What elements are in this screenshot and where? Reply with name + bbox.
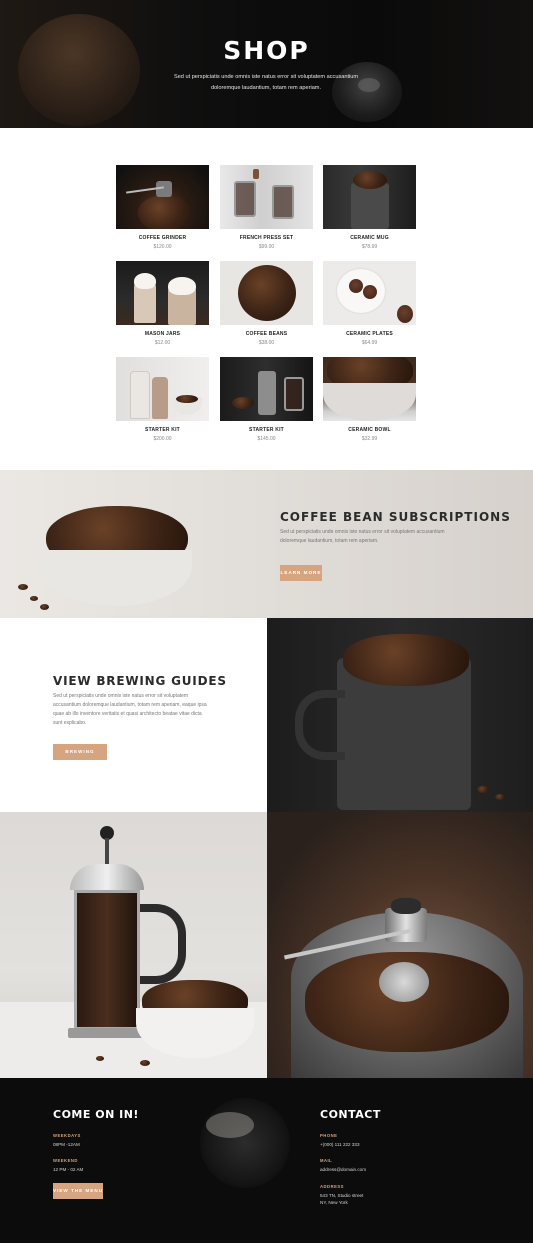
- weekdays-label: WEEKDAYS: [53, 1133, 81, 1138]
- mail-value[interactable]: address@domain.com: [320, 1166, 366, 1173]
- address-line-2: NY, New York: [320, 1200, 348, 1205]
- product-name[interactable]: CERAMIC MUG: [323, 235, 416, 241]
- product-name[interactable]: MASON JARS: [116, 331, 209, 337]
- footer-background-cream: [206, 1112, 254, 1138]
- product-price: $38.00: [258, 340, 275, 346]
- phone-label: PHONE: [320, 1133, 338, 1138]
- subscriptions-section: COFFEE BEAN SUBSCRIPTIONS Sed ut perspic…: [0, 470, 533, 618]
- hero-section: SHOP Sed ut perspiciatis unde omnis iste…: [0, 0, 533, 128]
- product-price: $120.00: [153, 244, 172, 250]
- product-card[interactable]: MASON JARS $12.00: [116, 261, 209, 351]
- mail-label: MAIL: [320, 1158, 333, 1163]
- product-image-starter-kit-2[interactable]: [220, 357, 313, 421]
- footer-background-cup: [200, 1098, 290, 1188]
- product-price: $200.00: [153, 436, 172, 442]
- subscriptions-title: COFFEE BEAN SUBSCRIPTIONS: [280, 510, 511, 524]
- brewing-guides-text: Sed ut perspiciatis unde omnis iste natu…: [53, 693, 207, 726]
- product-card[interactable]: STARTER KIT $200.00: [116, 357, 209, 447]
- product-card[interactable]: COFFEE GRINDER $120.00: [116, 165, 209, 255]
- brewing-guides-section: VIEW BREWING GUIDES Sed ut perspiciatis …: [0, 618, 267, 812]
- product-price: $78.99: [361, 244, 378, 250]
- product-name[interactable]: CERAMIC PLATES: [323, 331, 416, 337]
- product-price: $64.99: [361, 340, 378, 346]
- product-image-coffee-beans[interactable]: [220, 261, 313, 325]
- coffee-grinder-photo: [267, 812, 533, 1078]
- product-price: $32.99: [361, 436, 378, 442]
- product-image-french-press[interactable]: [220, 165, 313, 229]
- product-card[interactable]: FRENCH PRESS SET $99.00: [220, 165, 313, 255]
- brewing-guides-button[interactable]: BREWING GUIDES: [53, 744, 107, 770]
- hero-text: Sed ut perspiciatis unde omnis iste natu…: [173, 74, 359, 91]
- product-image-coffee-grinder[interactable]: [116, 165, 209, 229]
- product-card[interactable]: CERAMIC PLATES $64.99: [323, 261, 416, 351]
- brewing-guides-title: VIEW BREWING GUIDES: [53, 674, 227, 688]
- footer: COME ON IN! WEEKDAYS 08PM -12AM WEEKEND …: [0, 1078, 533, 1243]
- page-title: SHOP: [223, 36, 310, 65]
- product-name[interactable]: COFFEE GRINDER: [116, 235, 209, 241]
- product-name[interactable]: STARTER KIT: [220, 427, 313, 433]
- product-card[interactable]: STARTER KIT $145.00: [220, 357, 313, 447]
- contact-title: CONTACT: [320, 1108, 381, 1121]
- subscriptions-text: Sed ut perspiciatis unde omnis iste natu…: [280, 529, 445, 544]
- product-image-starter-kit[interactable]: [116, 357, 209, 421]
- product-name[interactable]: STARTER KIT: [116, 427, 209, 433]
- product-image-ceramic-plates[interactable]: [323, 261, 416, 325]
- product-image-ceramic-mug[interactable]: [323, 165, 416, 229]
- come-on-in-title: COME ON IN!: [53, 1108, 139, 1121]
- product-name[interactable]: CERAMIC BOWL: [323, 427, 416, 433]
- product-image-ceramic-bowl[interactable]: [323, 357, 416, 421]
- weekdays-hours: 08PM -12AM: [53, 1142, 80, 1147]
- phone-value[interactable]: +(000) 111 222 333: [320, 1141, 360, 1148]
- address-label: ADDRESS: [320, 1184, 344, 1189]
- product-image-mason-jars[interactable]: [116, 261, 209, 325]
- product-price: $12.00: [154, 340, 171, 346]
- product-price: $145.00: [257, 436, 276, 442]
- product-name[interactable]: FRENCH PRESS SET: [220, 235, 313, 241]
- product-name[interactable]: COFFEE BEANS: [220, 331, 313, 337]
- weekend-hours: 12 PM - 02 AM: [53, 1167, 84, 1172]
- view-menu-button[interactable]: VIEW THE MENU: [53, 1183, 103, 1199]
- address-line-1: 543 TN, Studio street: [320, 1193, 364, 1198]
- product-card[interactable]: COFFEE BEANS $38.00: [220, 261, 313, 351]
- weekend-label: WEEKEND: [53, 1158, 78, 1163]
- learn-more-button[interactable]: LEARN MORE: [280, 565, 322, 581]
- french-press-photo: [0, 812, 267, 1078]
- brewing-guides-image: [267, 618, 533, 812]
- product-price: $99.00: [258, 244, 275, 250]
- product-card[interactable]: CERAMIC BOWL $32.99: [323, 357, 416, 447]
- product-card[interactable]: CERAMIC MUG $78.99: [323, 165, 416, 255]
